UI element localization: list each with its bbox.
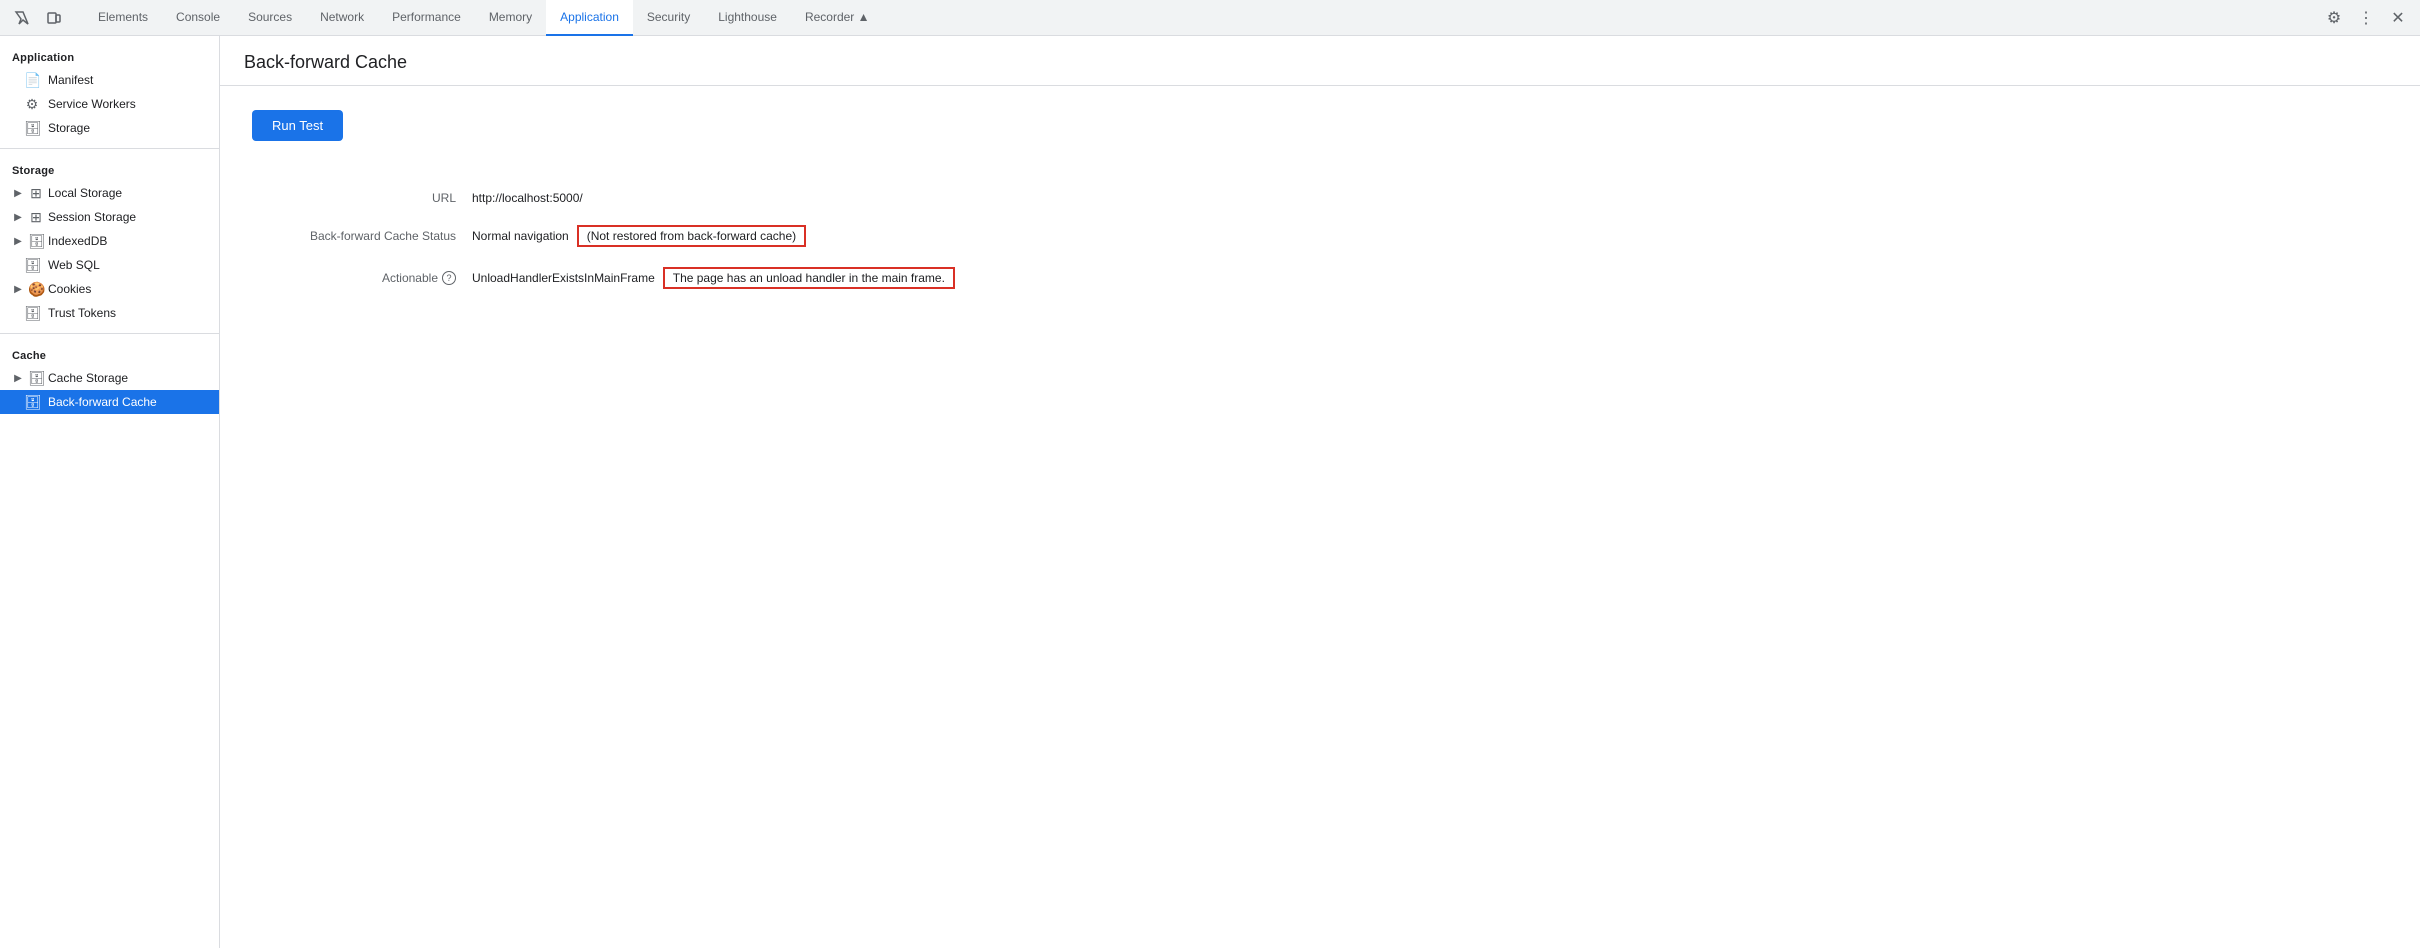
main-panel: Back-forward Cache Run Test URL http://l…	[220, 36, 2420, 948]
inspect-icon[interactable]	[8, 4, 36, 32]
tab-bar-right: ⚙ ⋮ ✕	[2320, 4, 2412, 32]
storage-icon: 🗄	[24, 120, 40, 137]
arrow-cache-storage: ▶	[12, 372, 24, 384]
sidebar: Application 📄 Manifest ⚙ Service Workers…	[0, 36, 220, 948]
arrow-indexeddb: ▶	[12, 235, 24, 247]
sidebar-item-storage-label: Storage	[48, 121, 90, 135]
sidebar-item-manifest-label: Manifest	[48, 73, 93, 87]
status-box-text: (Not restored from back-forward cache)	[577, 225, 806, 247]
sidebar-item-web-sql[interactable]: 🗄 Web SQL	[0, 253, 219, 277]
sidebar-item-trust-tokens[interactable]: 🗄 Trust Tokens	[0, 301, 219, 325]
run-test-button[interactable]: Run Test	[252, 110, 343, 141]
sidebar-application-label: Application	[0, 44, 219, 68]
tab-bar: Elements Console Sources Network Perform…	[0, 0, 2420, 36]
sidebar-item-trust-tokens-label: Trust Tokens	[48, 306, 116, 320]
help-icon[interactable]: ?	[442, 271, 456, 285]
tab-network[interactable]: Network	[306, 0, 378, 36]
sidebar-item-back-forward-cache[interactable]: 🗄 Back-forward Cache	[0, 390, 219, 414]
arrow-local-storage: ▶	[12, 187, 24, 199]
tab-console[interactable]: Console	[162, 0, 234, 36]
actionable-label-text: Actionable	[382, 271, 438, 285]
url-text: http://localhost:5000/	[472, 191, 583, 205]
actionable-label: Actionable ?	[252, 257, 472, 299]
tab-security[interactable]: Security	[633, 0, 704, 36]
panel-body: Run Test URL http://localhost:5000/ Back…	[220, 86, 2420, 323]
settings-icon[interactable]: ⚙	[2320, 4, 2348, 32]
sidebar-storage-label: Storage	[0, 157, 219, 181]
device-icon[interactable]	[40, 4, 68, 32]
tab-performance[interactable]: Performance	[378, 0, 475, 36]
cache-storage-icon: 🗄	[28, 370, 44, 387]
trust-tokens-icon: 🗄	[24, 305, 40, 322]
sidebar-item-cache-storage-label: Cache Storage	[48, 371, 128, 385]
sidebar-item-local-storage[interactable]: ▶ ⊞ Local Storage	[0, 181, 219, 205]
sidebar-item-local-storage-label: Local Storage	[48, 186, 122, 200]
actionable-desc-box: The page has an unload handler in the ma…	[663, 267, 955, 289]
main-container: Application 📄 Manifest ⚙ Service Workers…	[0, 36, 2420, 948]
page-title: Back-forward Cache	[244, 52, 2396, 73]
sidebar-item-indexeddb[interactable]: ▶ 🗄 IndexedDB	[0, 229, 219, 253]
bfc-status-label: Back-forward Cache Status	[252, 215, 472, 257]
more-icon[interactable]: ⋮	[2352, 4, 2380, 32]
tab-application[interactable]: Application	[546, 0, 633, 36]
sidebar-divider-1	[0, 148, 219, 149]
sidebar-item-cache-storage[interactable]: ▶ 🗄 Cache Storage	[0, 366, 219, 390]
cookies-icon: 🍪	[28, 281, 44, 298]
sidebar-item-web-sql-label: Web SQL	[48, 258, 100, 272]
sidebar-item-session-storage-label: Session Storage	[48, 210, 136, 224]
tab-elements[interactable]: Elements	[84, 0, 162, 36]
actionable-value: UnloadHandlerExistsInMainFrame The page …	[472, 257, 2388, 299]
sidebar-divider-2	[0, 333, 219, 334]
web-sql-icon: 🗄	[24, 257, 40, 274]
url-label: URL	[252, 181, 472, 215]
info-table: URL http://localhost:5000/ Back-forward …	[252, 181, 2388, 299]
sidebar-item-cookies-label: Cookies	[48, 282, 91, 296]
back-forward-cache-icon: 🗄	[24, 394, 40, 411]
arrow-cookies: ▶	[12, 283, 24, 295]
status-normal-text: Normal navigation	[472, 229, 569, 243]
tab-lighthouse[interactable]: Lighthouse	[704, 0, 791, 36]
url-value: http://localhost:5000/	[472, 181, 2388, 215]
bfc-status-value: Normal navigation (Not restored from bac…	[472, 215, 2388, 257]
sidebar-item-session-storage[interactable]: ▶ ⊞ Session Storage	[0, 205, 219, 229]
local-storage-icon: ⊞	[28, 185, 44, 202]
sidebar-item-back-forward-cache-label: Back-forward Cache	[48, 395, 157, 409]
sidebar-cache-label: Cache	[0, 342, 219, 366]
sidebar-item-cookies[interactable]: ▶ 🍪 Cookies	[0, 277, 219, 301]
service-workers-icon: ⚙	[24, 96, 40, 113]
tab-sources[interactable]: Sources	[234, 0, 306, 36]
actionable-key: UnloadHandlerExistsInMainFrame	[472, 271, 655, 285]
tab-recorder[interactable]: Recorder ▲	[791, 0, 884, 36]
panel-header: Back-forward Cache	[220, 36, 2420, 86]
close-icon[interactable]: ✕	[2384, 4, 2412, 32]
sidebar-item-service-workers-label: Service Workers	[48, 97, 136, 111]
sidebar-item-manifest[interactable]: 📄 Manifest	[0, 68, 219, 92]
manifest-icon: 📄	[24, 72, 40, 89]
session-storage-icon: ⊞	[28, 209, 44, 226]
sidebar-item-service-workers[interactable]: ⚙ Service Workers	[0, 92, 219, 116]
tabs-container: Elements Console Sources Network Perform…	[84, 0, 2304, 36]
arrow-session-storage: ▶	[12, 211, 24, 223]
sidebar-item-indexeddb-label: IndexedDB	[48, 234, 107, 248]
indexeddb-icon: 🗄	[28, 233, 44, 250]
devtools-icons	[8, 4, 68, 32]
tab-memory[interactable]: Memory	[475, 0, 546, 36]
sidebar-item-storage[interactable]: 🗄 Storage	[0, 116, 219, 140]
